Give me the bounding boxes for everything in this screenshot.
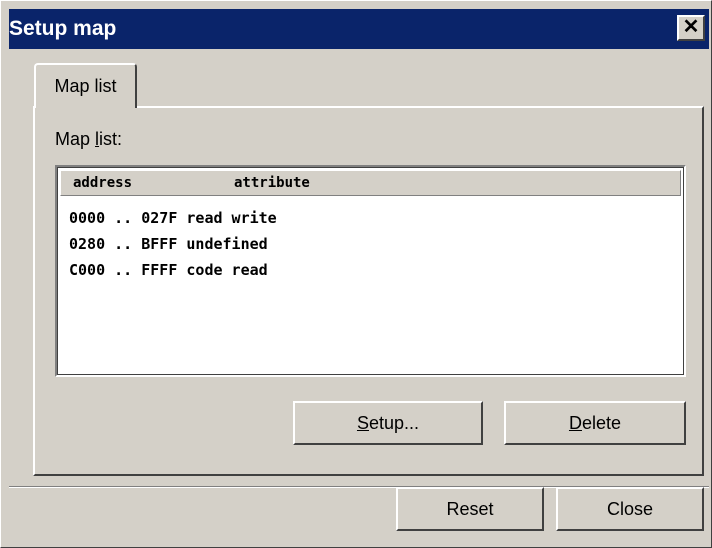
list-item[interactable]: C000 .. FFFF code read <box>69 257 277 283</box>
map-list-label: Map list: <box>55 129 123 149</box>
setup-button[interactable]: Setup... <box>293 401 483 445</box>
title-bar[interactable]: Setup map ✕ <box>9 9 709 49</box>
close-button[interactable]: Close <box>556 487 704 531</box>
header-attribute: attribute <box>234 175 310 191</box>
window-title: Setup map <box>9 17 117 40</box>
delete-button[interactable]: Delete <box>504 401 686 445</box>
list-item[interactable]: 0280 .. BFFF undefined <box>69 231 277 257</box>
setup-map-dialog: Setup map ✕ Map list Map list: address a… <box>0 0 712 548</box>
map-listbox[interactable]: address attribute 0000 .. 027F read writ… <box>55 165 686 377</box>
list-rows: 0000 .. 027F read write 0280 .. BFFF und… <box>69 205 277 283</box>
list-item[interactable]: 0000 .. 027F read write <box>69 205 277 231</box>
reset-button[interactable]: Reset <box>396 487 544 531</box>
close-icon[interactable]: ✕ <box>677 15 705 41</box>
tab-map-list[interactable]: Map list <box>34 63 137 108</box>
header-address: address <box>73 175 133 191</box>
list-header: address attribute <box>60 170 681 196</box>
